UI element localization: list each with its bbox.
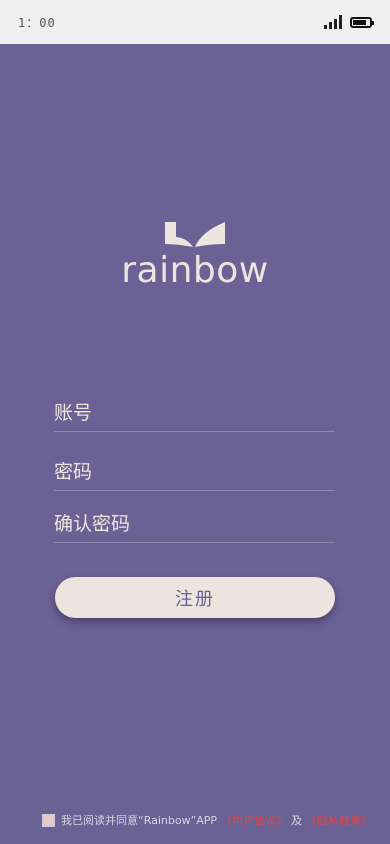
logo-text: rainbow bbox=[121, 250, 269, 291]
status-bar: 1：00 bbox=[0, 0, 390, 44]
status-icons bbox=[324, 15, 374, 29]
signal-icon bbox=[324, 15, 342, 29]
privacy-policy-link[interactable]: 《隐私政策》 bbox=[306, 812, 372, 828]
register-button-label: 注册 bbox=[175, 588, 215, 610]
battery-fill bbox=[353, 19, 366, 25]
account-field[interactable]: 账号 bbox=[54, 391, 335, 432]
password-field[interactable]: 密码 bbox=[54, 450, 335, 491]
status-time: 1：00 bbox=[18, 15, 56, 30]
account-placeholder: 账号 bbox=[54, 401, 93, 424]
register-button[interactable]: 注册 bbox=[55, 577, 335, 618]
password-placeholder: 密码 bbox=[54, 460, 93, 483]
agreement-and: 及 bbox=[291, 814, 303, 827]
agreement-checkbox[interactable] bbox=[42, 813, 55, 827]
agreement-row: 我已阅读并同意“Rainbow”APP 《用户协议》 及 《隐私政策》 bbox=[42, 811, 376, 829]
app-logo: rainbow bbox=[0, 220, 390, 291]
agreement-text: 我已阅读并同意“Rainbow”APP bbox=[61, 814, 218, 827]
battery-icon bbox=[350, 16, 374, 28]
confirm-password-placeholder: 确认密码 bbox=[54, 512, 131, 535]
book-logo-icon bbox=[165, 222, 225, 247]
user-agreement-link[interactable]: 《用户协议》 bbox=[221, 812, 287, 828]
confirm-password-field[interactable]: 确认密码 bbox=[54, 502, 335, 543]
